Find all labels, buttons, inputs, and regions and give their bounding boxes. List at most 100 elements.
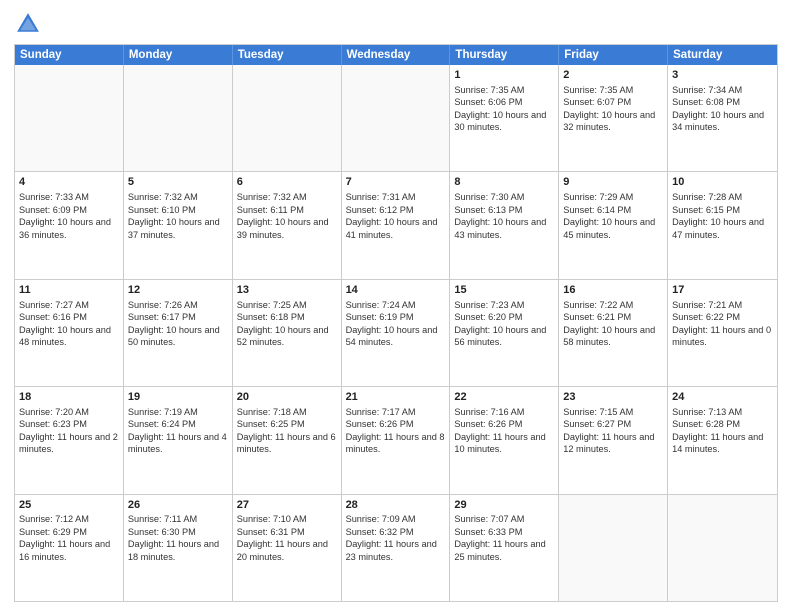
- sunset: Sunset: 6:28 PM: [672, 419, 740, 429]
- day-number: 4: [19, 175, 119, 190]
- sunrise: Sunrise: 7:18 AM: [237, 407, 307, 417]
- daylight: Daylight: 10 hours and 32 minutes.: [563, 110, 655, 132]
- sunrise: Sunrise: 7:35 AM: [563, 85, 633, 95]
- header: [14, 10, 778, 38]
- daylight: Daylight: 10 hours and 41 minutes.: [346, 217, 438, 239]
- sunrise: Sunrise: 7:15 AM: [563, 407, 633, 417]
- sunrise: Sunrise: 7:11 AM: [128, 514, 197, 524]
- day-number: 14: [346, 283, 446, 298]
- day-number: 12: [128, 283, 228, 298]
- day-cell-11: 11Sunrise: 7:27 AMSunset: 6:16 PMDayligh…: [15, 280, 124, 386]
- sunset: Sunset: 6:14 PM: [563, 205, 631, 215]
- day-number: 18: [19, 390, 119, 405]
- day-cell-8: 8Sunrise: 7:30 AMSunset: 6:13 PMDaylight…: [450, 172, 559, 278]
- logo: [14, 10, 46, 38]
- week-row-2: 4Sunrise: 7:33 AMSunset: 6:09 PMDaylight…: [15, 171, 777, 278]
- day-number: 3: [672, 68, 773, 83]
- day-cell-13: 13Sunrise: 7:25 AMSunset: 6:18 PMDayligh…: [233, 280, 342, 386]
- day-number: 9: [563, 175, 663, 190]
- day-cell-2: 2 Sunrise: 7:35 AM Sunset: 6:07 PM Daylight…: [559, 65, 668, 171]
- sunset: Sunset: 6:13 PM: [454, 205, 522, 215]
- day-number: 13: [237, 283, 337, 298]
- daylight: Daylight: 11 hours and 4 minutes.: [128, 432, 227, 454]
- day-cell-15: 15 Sunrise: 7:23 AM Sunset: 6:20 PM Dayligh…: [450, 280, 559, 386]
- daylight: Daylight: 10 hours and 45 minutes.: [563, 217, 655, 239]
- sunrise: Sunrise: 7:23 AM: [454, 300, 524, 310]
- day-cell-20: 20 Sunrise: 7:18 AM Sunset: 6:25 PM Dayligh…: [233, 387, 342, 493]
- sunset: Sunset: 6:23 PM: [19, 419, 87, 429]
- daylight: Daylight: 11 hours and 12 minutes.: [563, 432, 654, 454]
- sunset: Sunset: 6:06 PM: [454, 97, 522, 107]
- sunrise: Sunrise: 7:34 AM: [672, 85, 742, 95]
- day-number: 15: [454, 283, 554, 298]
- day-number: 1: [454, 68, 554, 83]
- daylight: Daylight: 10 hours and 50 minutes.: [128, 325, 220, 347]
- day-cell-28: 28Sunrise: 7:09 AMSunset: 6:32 PMDayligh…: [342, 495, 451, 601]
- empty-cell: [124, 65, 233, 171]
- sunset: Sunset: 6:18 PM: [237, 312, 305, 322]
- daylight: Daylight: 10 hours and 47 minutes.: [672, 217, 764, 239]
- sunset: Sunset: 6:26 PM: [346, 419, 414, 429]
- week-row-1: 1 Sunrise: 7:35 AM Sunset: 6:06 PM Daylight…: [15, 65, 777, 171]
- sunrise: Sunrise: 7:09 AM: [346, 514, 416, 524]
- daylight: Daylight: 11 hours and 8 minutes.: [346, 432, 445, 454]
- sunset: Sunset: 6:22 PM: [672, 312, 740, 322]
- daylight: Daylight: 11 hours and 20 minutes.: [237, 539, 328, 561]
- daylight: Daylight: 10 hours and 39 minutes.: [237, 217, 329, 239]
- sunset: Sunset: 6:21 PM: [563, 312, 631, 322]
- page: SundayMondayTuesdayWednesdayThursdayFrid…: [0, 0, 792, 612]
- day-number: 8: [454, 175, 554, 190]
- day-cell-27: 27Sunrise: 7:10 AMSunset: 6:31 PMDayligh…: [233, 495, 342, 601]
- sunrise: Sunrise: 7:19 AM: [128, 407, 198, 417]
- day-cell-18: 18Sunrise: 7:20 AMSunset: 6:23 PMDayligh…: [15, 387, 124, 493]
- week-row-4: 18Sunrise: 7:20 AMSunset: 6:23 PMDayligh…: [15, 386, 777, 493]
- day-number: 5: [128, 175, 228, 190]
- day-number: 20: [237, 390, 337, 405]
- daylight: Daylight: 11 hours and 6 minutes.: [237, 432, 336, 454]
- sunset: Sunset: 6:29 PM: [19, 527, 87, 537]
- empty-cell: [668, 495, 777, 601]
- calendar-body: 1 Sunrise: 7:35 AM Sunset: 6:06 PM Daylight…: [15, 65, 777, 601]
- day-number: 28: [346, 498, 446, 513]
- day-number: 21: [346, 390, 446, 405]
- day-number: 23: [563, 390, 663, 405]
- day-cell-9: 9Sunrise: 7:29 AMSunset: 6:14 PMDaylight…: [559, 172, 668, 278]
- sunset: Sunset: 6:20 PM: [454, 312, 522, 322]
- day-header-saturday: Saturday: [668, 45, 777, 65]
- sunrise: Sunrise: 7:31 AM: [346, 192, 416, 202]
- day-number: 27: [237, 498, 337, 513]
- sunset: Sunset: 6:25 PM: [237, 419, 305, 429]
- empty-cell: [15, 65, 124, 171]
- sunrise: Sunrise: 7:17 AM: [346, 407, 416, 417]
- day-cell-26: 26Sunrise: 7:11 AMSunset: 6:30 PMDayligh…: [124, 495, 233, 601]
- sunset: Sunset: 6:11 PM: [237, 205, 304, 215]
- sunset: Sunset: 6:30 PM: [128, 527, 196, 537]
- day-cell-1: 1Sunrise: 7:35 AMSunset: 6:06 PMDaylight…: [450, 65, 559, 171]
- day-cell-6: 6Sunrise: 7:32 AMSunset: 6:11 PMDaylight…: [233, 172, 342, 278]
- daylight: Daylight: 10 hours and 43 minutes.: [454, 217, 546, 239]
- day-number: 10: [672, 175, 773, 190]
- day-cell-19: 19Sunrise: 7:19 AMSunset: 6:24 PMDayligh…: [124, 387, 233, 493]
- sunset: Sunset: 6:07 PM: [563, 97, 631, 107]
- daylight: Daylight: 10 hours and 36 minutes.: [19, 217, 111, 239]
- day-number: 11: [19, 283, 119, 298]
- day-header-wednesday: Wednesday: [342, 45, 451, 65]
- day-number: 2: [563, 68, 663, 83]
- day-cell-7: 7Sunrise: 7:31 AMSunset: 6:12 PMDaylight…: [342, 172, 451, 278]
- day-cell-16: 16Sunrise: 7:22 AMSunset: 6:21 PMDayligh…: [559, 280, 668, 386]
- sunrise: Sunrise: 7:16 AM: [454, 407, 524, 417]
- sunrise: Sunrise: 7:24 AM: [346, 300, 416, 310]
- daylight: Daylight: 10 hours and 58 minutes.: [563, 325, 655, 347]
- sunset: Sunset: 6:16 PM: [19, 312, 87, 322]
- daylight: Daylight: 10 hours and 52 minutes.: [237, 325, 329, 347]
- day-header-monday: Monday: [124, 45, 233, 65]
- daylight: Daylight: 11 hours and 18 minutes.: [128, 539, 219, 561]
- day-cell-10: 10Sunrise: 7:28 AMSunset: 6:15 PMDayligh…: [668, 172, 777, 278]
- daylight: Daylight: 11 hours and 0 minutes.: [672, 325, 771, 347]
- day-number: 19: [128, 390, 228, 405]
- daylight: Daylight: 10 hours and 30 minutes.: [454, 110, 546, 132]
- sunset: Sunset: 6:12 PM: [346, 205, 414, 215]
- daylight: Daylight: 10 hours and 56 minutes.: [454, 325, 546, 347]
- daylight: Daylight: 10 hours and 54 minutes.: [346, 325, 438, 347]
- sunrise: Sunrise: 7:32 AM: [237, 192, 307, 202]
